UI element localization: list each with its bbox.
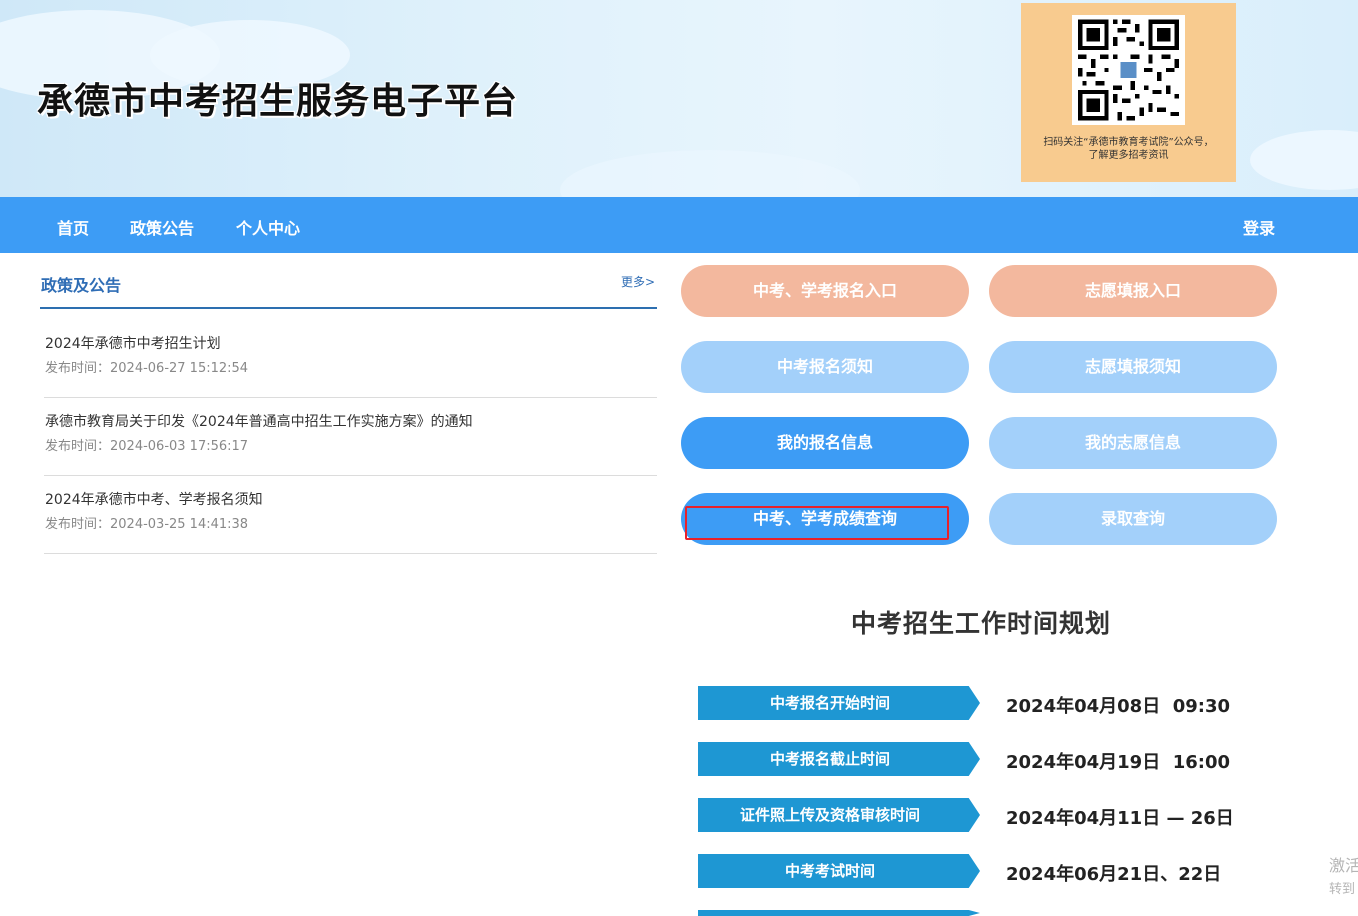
nav-item-policy[interactable]: 政策公告 (130, 215, 194, 239)
schedule-label: 证件照上传及资格审核时间 (698, 798, 980, 832)
registration-entry-button[interactable]: 中考、学考报名入口 (681, 265, 969, 317)
qr-panel: 扫码关注“承德市教育考试院”公众号， 了解更多招考资讯 (1021, 3, 1236, 182)
nav-bar: 首页 政策公告 个人中心 登录 (0, 197, 1358, 253)
my-volunteer-button[interactable]: 我的志愿信息 (989, 417, 1277, 469)
volunteer-entry-button[interactable]: 志愿填报入口 (989, 265, 1277, 317)
schedule-label: 中考考试时间 (698, 854, 980, 888)
news-list-item[interactable]: 2024年承德市中考招生计划 发布时间：2024-06-27 15:12:54 (44, 320, 657, 398)
schedule-value: 2024年04月19日 16:00 (1006, 752, 1231, 773)
schedule-title: 中考招生工作时间规划 (850, 609, 1111, 638)
admission-query-button[interactable]: 录取查询 (989, 493, 1277, 545)
qr-code (1072, 15, 1185, 125)
schedule-value: 2024年04月11日 — 26日 (1006, 808, 1234, 829)
news-list-item[interactable]: 2024年承德市中考、学考报名须知 发布时间：2024-03-25 14:41:… (44, 476, 657, 554)
news-item-title[interactable]: 2024年承德市中考招生计划 (45, 333, 221, 353)
news-list-item[interactable]: 承德市教育局关于印发《2024年普通高中招生工作实施方案》的通知 发布时间：20… (44, 398, 657, 476)
news-item-title[interactable]: 承德市教育局关于印发《2024年普通高中招生工作实施方案》的通知 (45, 411, 473, 431)
schedule-label: 中考报名开始时间 (698, 686, 980, 720)
site-title: 承德市中考招生服务电子平台 (37, 81, 519, 122)
nav-item-home[interactable]: 首页 (57, 215, 89, 239)
schedule-value: 2024年04月08日 09:30 (1006, 696, 1231, 717)
news-item-time: 发布时间：2024-06-27 15:12:54 (45, 361, 249, 376)
volunteer-notice-button[interactable]: 志愿填报须知 (989, 341, 1277, 393)
qr-caption-line: 了解更多招考资讯 (1088, 150, 1169, 161)
header-banner: 承德市中考招生服务电子平台 扫码关注“承德市教育考试院”公众号， 了解更多招考资… (0, 0, 1358, 197)
news-item-title[interactable]: 2024年承德市中考、学考报名须知 (45, 489, 263, 509)
highlight-annotation (685, 506, 949, 540)
registration-notice-button[interactable]: 中考报名须知 (681, 341, 969, 393)
qr-caption-line: 扫码关注“承德市教育考试院”公众号， (1043, 137, 1214, 148)
my-registration-button[interactable]: 我的报名信息 (681, 417, 969, 469)
qr-caption: 扫码关注“承德市教育考试院”公众号， 了解更多招考资讯 (1021, 136, 1236, 162)
more-link[interactable]: 更多> (621, 273, 655, 290)
news-heading: 政策及公告 (41, 276, 122, 295)
nav-item-personal-center[interactable]: 个人中心 (236, 215, 300, 239)
schedule-value: 2024年06月21日、22日 (1006, 864, 1222, 885)
news-header: 政策及公告 更多> (40, 263, 657, 309)
watermark-text: 转到 (1329, 882, 1356, 897)
news-item-time: 发布时间：2024-06-03 17:56:17 (45, 439, 249, 454)
cloud-decoration (1250, 130, 1358, 190)
cloud-decoration (560, 150, 860, 197)
login-link[interactable]: 登录 (1243, 215, 1275, 239)
schedule-label-partial (698, 910, 980, 916)
schedule-label: 中考报名截止时间 (698, 742, 980, 776)
watermark-text: 激活 (1329, 856, 1358, 875)
news-item-time: 发布时间：2024-03-25 14:41:38 (45, 517, 249, 532)
